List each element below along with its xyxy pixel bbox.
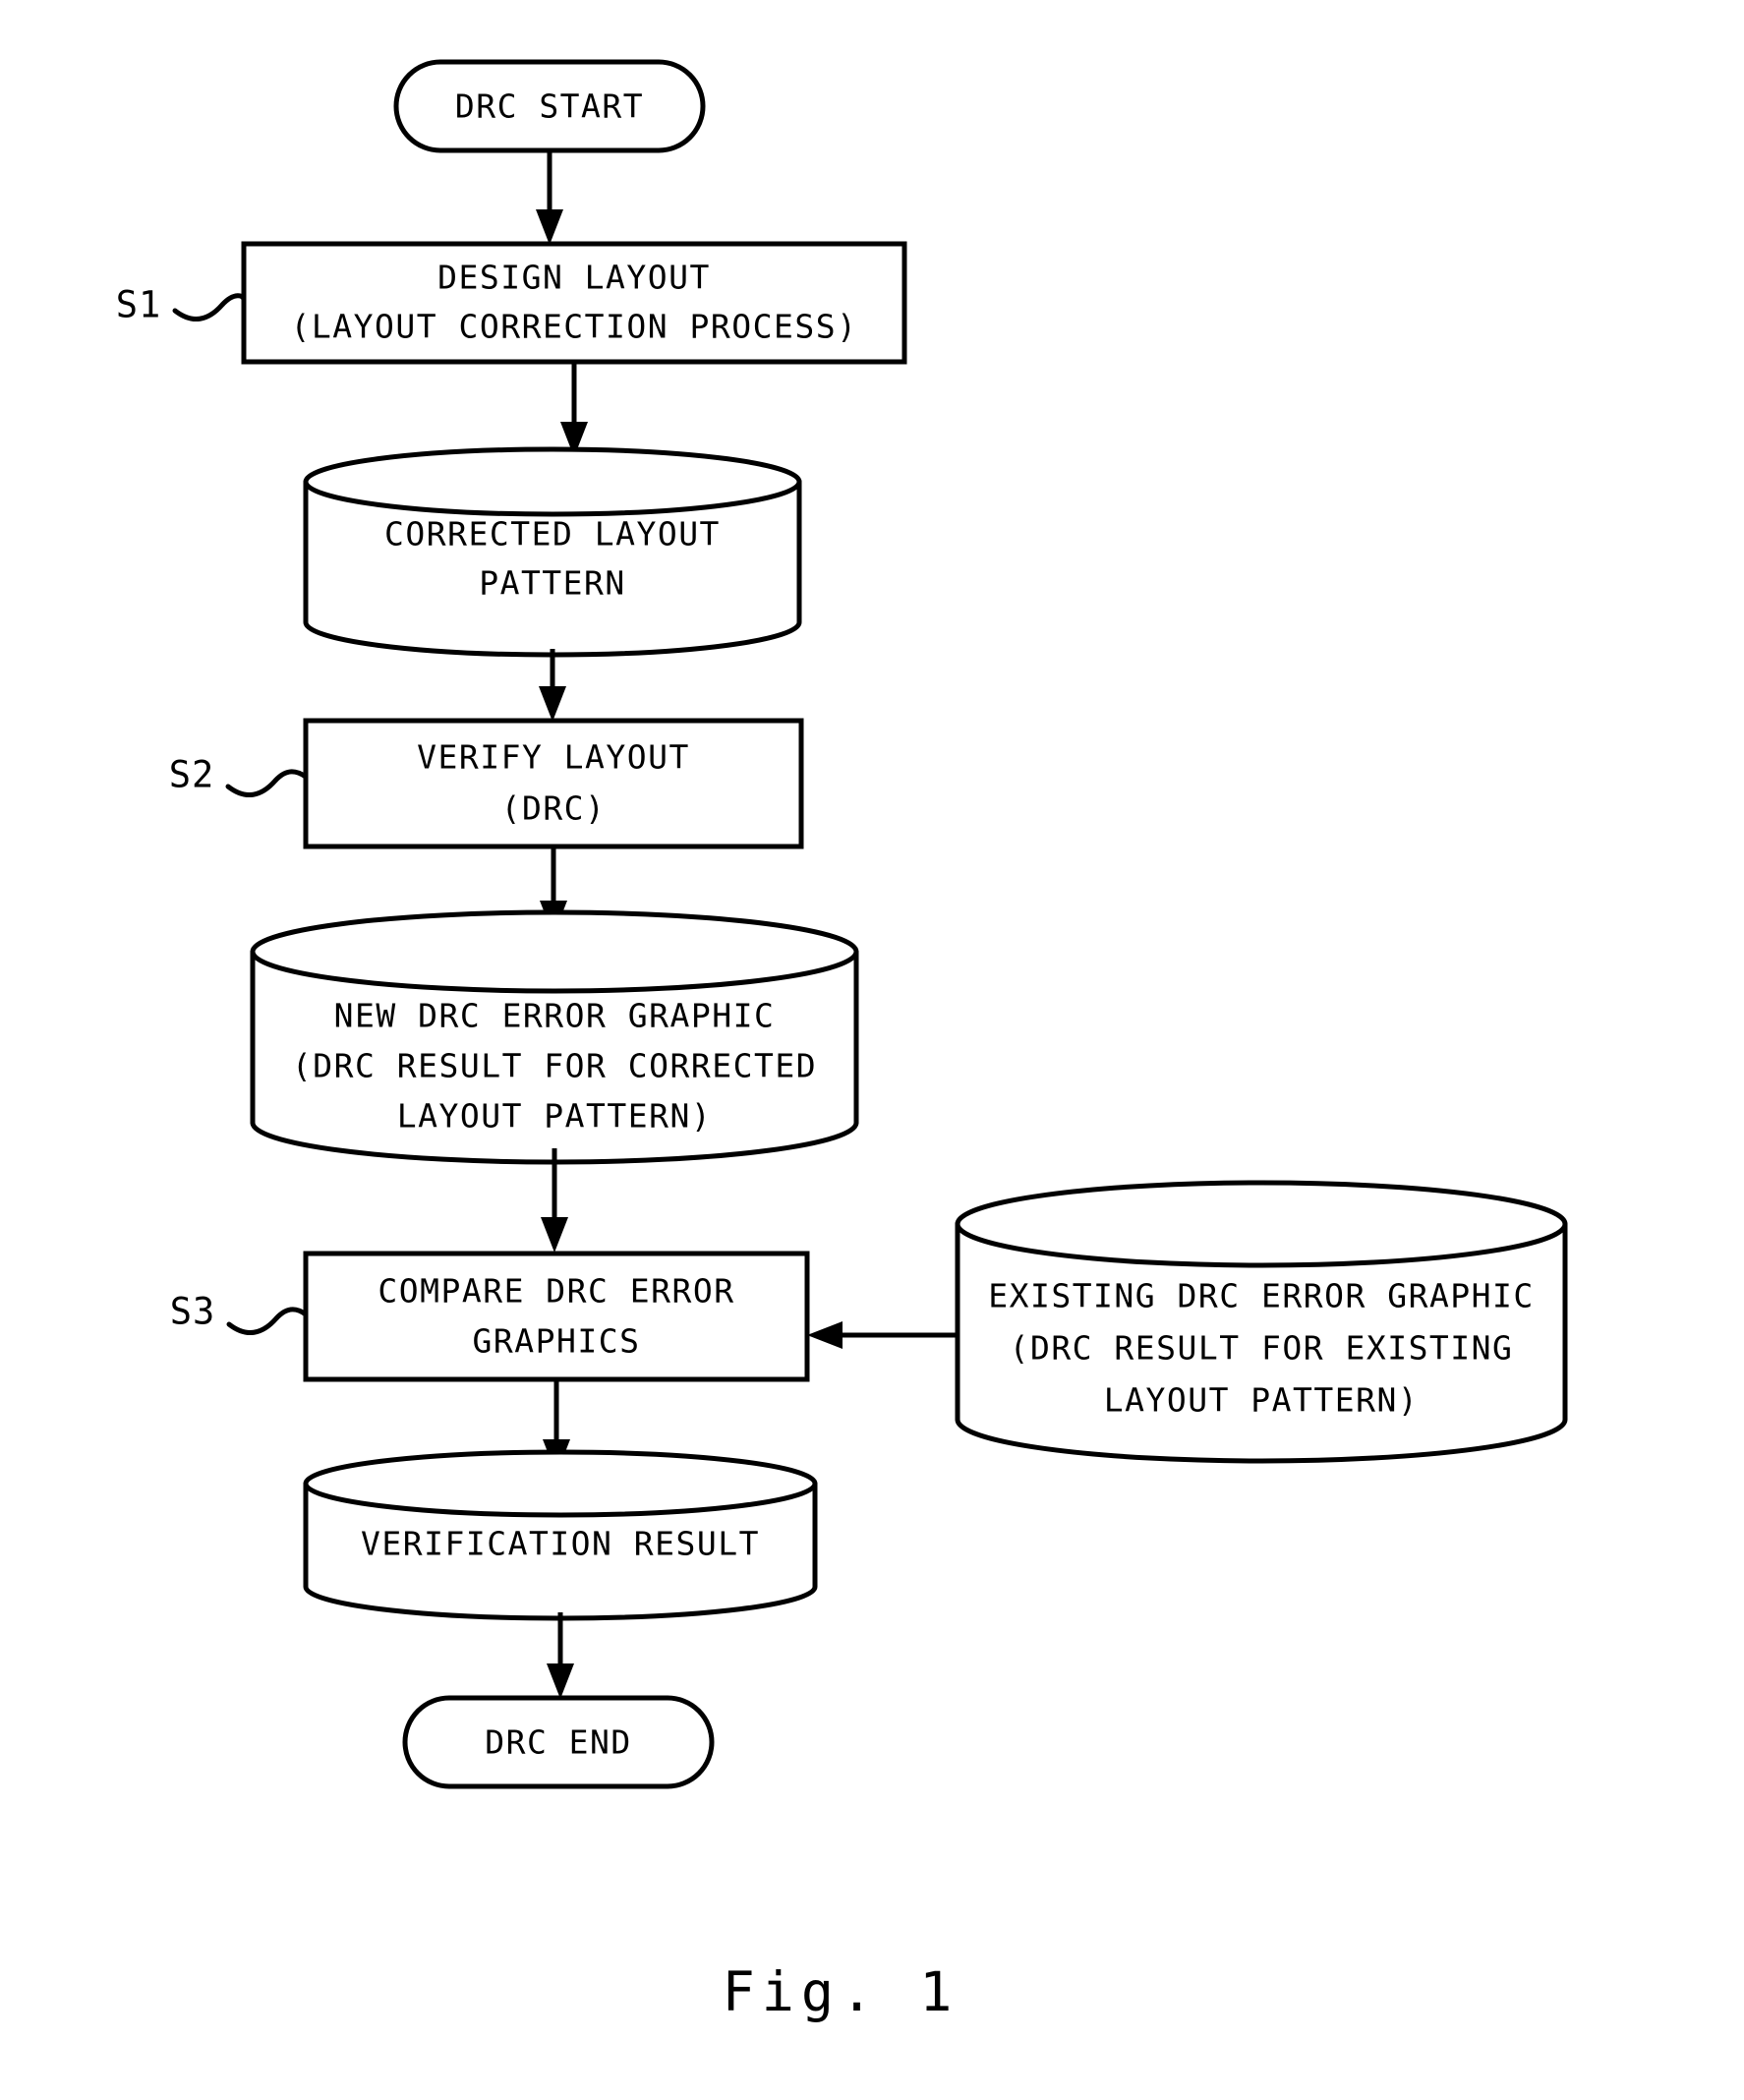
step-label-s2-group: S2 — [169, 754, 309, 797]
node-corrected-layout-pattern: CORRECTED LAYOUT PATTERN — [303, 446, 802, 658]
compare-drc-line1: COMPARE DRC ERROR — [378, 1272, 734, 1311]
verify-layout-line1: VERIFY LAYOUT — [417, 738, 690, 777]
compare-drc-line2: GRAPHICS — [473, 1322, 641, 1361]
new-drc-error-line3: LAYOUT PATTERN) — [397, 1097, 713, 1136]
figure-caption: Fig. 1 — [723, 1960, 959, 2023]
step-label-s1: S1 — [116, 284, 162, 326]
new-drc-error-line1: NEW DRC ERROR GRAPHIC — [334, 997, 776, 1035]
existing-drc-error-line1: EXISTING DRC ERROR GRAPHIC — [988, 1277, 1535, 1315]
step-label-s1-group: S1 — [116, 284, 247, 326]
arrow-existing-drc-error-to-s3 — [807, 1321, 958, 1349]
step-label-s3: S3 — [170, 1291, 216, 1333]
node-verification-result: VERIFICATION RESULT — [303, 1449, 818, 1621]
corrected-layout-line2: PATTERN — [479, 564, 626, 603]
drc-end-label: DRC END — [485, 1723, 632, 1762]
new-drc-error-line2: (DRC RESULT FOR CORRECTED — [292, 1047, 817, 1085]
step-label-s2: S2 — [169, 754, 215, 796]
existing-drc-error-line3: LAYOUT PATTERN) — [1104, 1381, 1420, 1420]
leader-line-s1 — [172, 293, 247, 321]
existing-drc-error-line2: (DRC RESULT FOR EXISTING — [1010, 1329, 1514, 1368]
node-compare-drc-error-graphics: COMPARE DRC ERROR GRAPHICS — [303, 1251, 810, 1382]
verify-layout-line2: (DRC) — [501, 789, 607, 828]
node-drc-end: DRC END — [402, 1695, 715, 1789]
node-verify-layout: VERIFY LAYOUT (DRC) — [303, 718, 804, 849]
node-new-drc-error-graphic: NEW DRC ERROR GRAPHIC (DRC RESULT FOR CO… — [250, 909, 859, 1165]
node-existing-drc-error-graphic: EXISTING DRC ERROR GRAPHIC (DRC RESULT F… — [955, 1180, 1568, 1464]
design-layout-line1: DESIGN LAYOUT — [437, 259, 711, 297]
arrow-corrected-layout-to-s2 — [539, 649, 566, 722]
arrow-verification-result-to-end — [547, 1612, 574, 1699]
leader-line-s2 — [225, 769, 309, 797]
node-drc-start: DRC START — [393, 59, 706, 153]
verification-result-label: VERIFICATION RESULT — [361, 1525, 760, 1563]
step-label-s3-group: S3 — [170, 1291, 309, 1335]
leader-line-s3 — [226, 1307, 309, 1335]
design-layout-line2: (LAYOUT CORRECTION PROCESS) — [291, 308, 858, 346]
node-design-layout: DESIGN LAYOUT (LAYOUT CORRECTION PROCESS… — [241, 241, 907, 365]
corrected-layout-line1: CORRECTED LAYOUT — [384, 515, 721, 554]
arrow-start-to-s1 — [536, 150, 563, 245]
drc-start-label: DRC START — [455, 88, 644, 126]
arrow-s1-to-corrected-layout — [560, 362, 588, 457]
figure-page: DRC START DESIGN LAYOUT (LAYOUT CORRECTI… — [0, 0, 1744, 2100]
drc-flowchart: DRC START DESIGN LAYOUT (LAYOUT CORRECTI… — [116, 59, 1568, 2023]
